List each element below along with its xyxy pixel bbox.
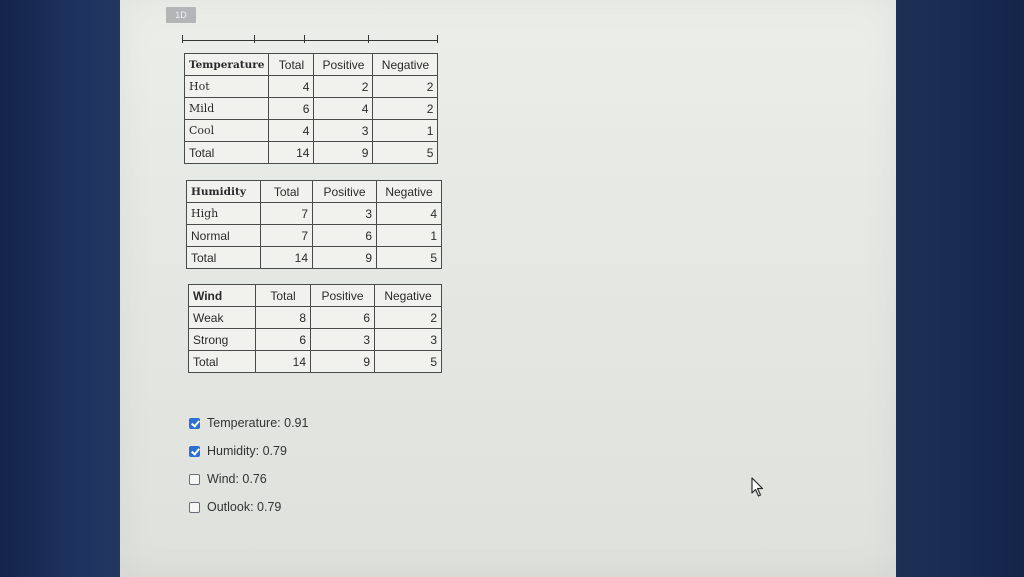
table-cell: 1 [376,224,442,247]
checkbox[interactable] [189,473,200,485]
table-cell: 4 [313,97,374,120]
table-row: Normal 7 6 1 [186,224,442,247]
monitor-bezel-right [894,0,1024,577]
table-cell: 1 [372,119,439,142]
table-cell: 3 [312,202,377,225]
column-header: Positive [313,53,374,76]
option-label: Outlook: 0.79 [207,500,282,514]
table-cell: 14 [255,350,311,373]
column-header: Total [260,180,313,203]
column-header: Positive [310,284,375,307]
option-temperature[interactable]: Temperature: 0.91 [189,409,308,437]
table-row: Cool 4 3 1 [183,119,439,142]
table-cell: 6 [268,97,315,120]
option-label: Temperature: 0.91 [207,416,309,430]
monitor-bezel-left [0,0,128,577]
option-humidity[interactable]: Humidity: 0.79 [189,437,308,465]
table-row: High 7 3 4 [186,202,442,225]
table-header-row: Wind Total Positive Negative [188,284,442,307]
table-cell: 8 [255,306,311,329]
column-header: Total [255,284,311,307]
table-cell: 4 [268,119,315,142]
row-label: Total [186,246,261,269]
table-header-row: Temperature Total Positive Negative [183,53,439,76]
humidity-table: Humidity Total Positive Negative High 7 … [186,180,442,269]
table-total-row: Total 14 9 5 [186,246,442,269]
top-badge[interactable]: 1D [166,7,196,23]
row-label: Weak [188,306,256,329]
table-row: Hot 4 2 2 [183,75,439,98]
table-cell: 4 [268,75,315,98]
table-cell: 9 [312,246,377,269]
row-label: Normal [186,224,261,247]
table-cell: 4 [376,202,442,225]
table-cell: 7 [260,202,313,225]
temperature-table: Temperature Total Positive Negative Hot … [183,53,439,164]
table-cell: 9 [310,350,375,373]
table-cell: 5 [374,350,442,373]
row-label: Cool [183,119,270,142]
table-cell: 2 [374,306,442,329]
row-label: Mild [183,97,270,120]
table-total-row: Total 14 9 5 [183,141,439,164]
column-header: Humidity [186,180,261,203]
table-cell: 14 [260,246,313,269]
table-cell: 2 [372,75,439,98]
row-label: Total [188,350,256,373]
row-label: Strong [188,328,256,351]
checkbox[interactable] [189,501,200,513]
column-header: Negative [374,284,442,307]
table-cell: 9 [313,141,374,164]
option-label: Wind: 0.76 [207,472,267,486]
table-cell: 7 [260,224,313,247]
checkbox-checked[interactable] [189,417,200,429]
column-header: Temperature [183,53,270,76]
table-row: Strong 6 3 3 [188,328,442,351]
table-cell: 5 [376,246,442,269]
table-cell: 2 [313,75,374,98]
table-cell: 2 [372,97,439,120]
table-cell: 5 [372,141,439,164]
column-header: Positive [312,180,377,203]
truncated-table-edge [182,26,438,43]
table-row: Weak 8 6 2 [188,306,442,329]
mouse-pointer-icon [751,477,765,503]
column-header: Wind [188,284,256,307]
row-label: Hot [183,75,270,98]
wind-table: Wind Total Positive Negative Weak 8 6 2 … [188,284,442,373]
row-label: High [186,202,261,225]
table-header-row: Humidity Total Positive Negative [186,180,442,203]
table-cell: 6 [255,328,311,351]
option-wind[interactable]: Wind: 0.76 [189,465,308,493]
column-header: Negative [376,180,442,203]
table-cell: 14 [268,141,315,164]
table-cell: 3 [310,328,375,351]
column-header: Negative [372,53,439,76]
table-cell: 6 [310,306,375,329]
table-cell: 6 [312,224,377,247]
column-header: Total [268,53,315,76]
option-outlook[interactable]: Outlook: 0.79 [189,493,308,521]
row-label: Total [183,141,270,164]
option-label: Humidity: 0.79 [207,444,287,458]
answer-options: Temperature: 0.91 Humidity: 0.79 Wind: 0… [189,409,308,521]
table-total-row: Total 14 9 5 [188,350,442,373]
table-cell: 3 [313,119,374,142]
table-cell: 3 [374,328,442,351]
checkbox-checked[interactable] [189,445,200,457]
table-row: Mild 6 4 2 [183,97,439,120]
